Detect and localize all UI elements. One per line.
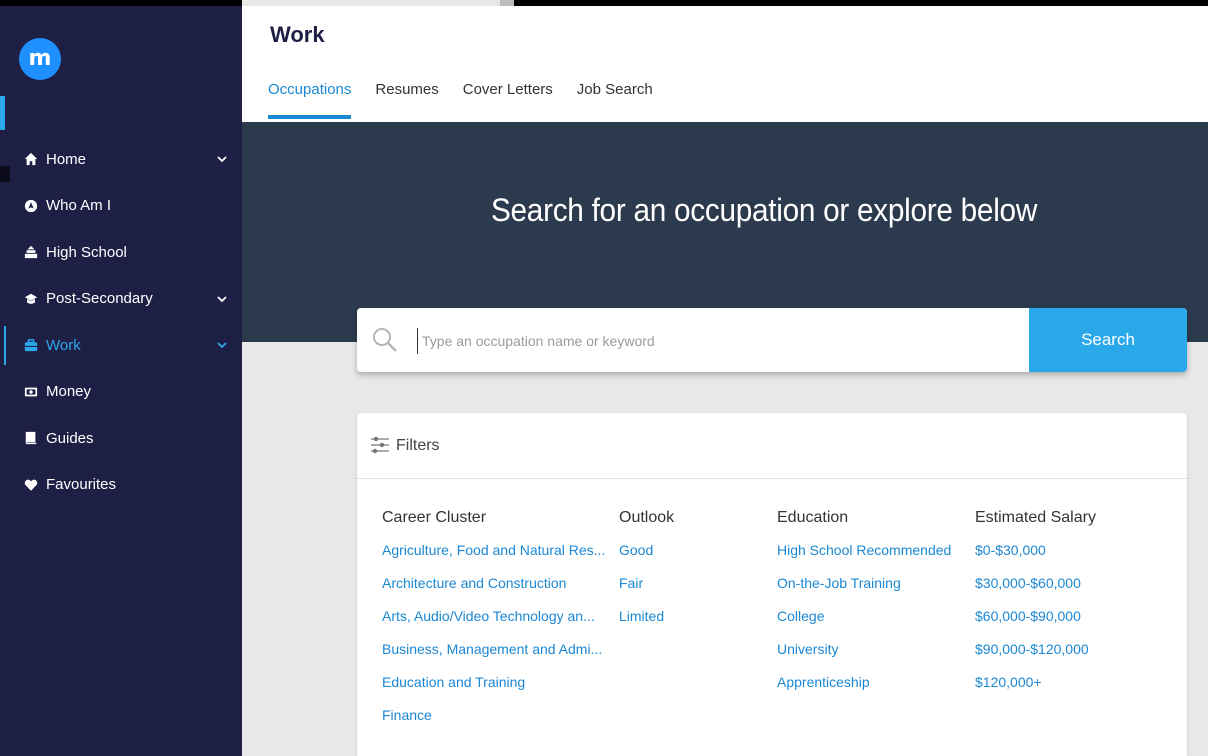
page-header: Work Occupations Resumes Cover Letters J… <box>242 6 1208 122</box>
filter-link[interactable]: Agriculture, Food and Natural Res... <box>382 540 605 573</box>
logo-m-icon: m <box>28 46 52 71</box>
column-title: Estimated Salary <box>975 509 1096 526</box>
filter-link[interactable]: Fair <box>619 573 674 606</box>
money-icon <box>24 385 38 399</box>
filter-link[interactable]: $90,000-$120,000 <box>975 639 1096 672</box>
filter-link[interactable]: $0-$30,000 <box>975 540 1096 573</box>
column-title: Education <box>777 509 849 526</box>
sidebar-nav: Home Who Am I High School Post-Secondary <box>0 136 242 508</box>
search-bar: Search <box>357 308 1187 372</box>
sidebar-item-label: Favourites <box>46 476 117 494</box>
filter-link[interactable]: $120,000+ <box>975 672 1096 705</box>
school-icon <box>24 245 38 259</box>
salary-column: Estimated Salary $0-$30,000 $30,000-$60,… <box>975 509 1096 705</box>
edge-accent <box>0 96 5 130</box>
tab-resumes[interactable]: Resumes <box>375 79 438 100</box>
education-column: Education High School Recommended On-the… <box>777 509 951 705</box>
sidebar-item-label: Money <box>46 383 92 401</box>
chevron-down-icon[interactable] <box>216 293 228 305</box>
sidebar-item-label: Post-Secondary <box>46 290 153 308</box>
search-icon <box>373 328 397 352</box>
filter-link[interactable]: Business, Management and Admi... <box>382 639 605 672</box>
sidebar-item-high-school[interactable]: High School <box>0 229 242 276</box>
filters-header[interactable]: Filters <box>357 413 1187 479</box>
filter-link[interactable]: Limited <box>619 606 674 639</box>
heart-icon <box>24 478 38 492</box>
briefcase-icon <box>24 338 38 352</box>
sidebar-item-favourites[interactable]: Favourites <box>0 462 242 509</box>
filter-link[interactable]: Arts, Audio/Video Technology an... <box>382 606 605 639</box>
filters-label: Filters <box>396 437 440 454</box>
filter-link[interactable]: Good <box>619 540 674 573</box>
sidebar-item-post-secondary[interactable]: Post-Secondary <box>0 276 242 323</box>
sidebar-item-label: Work <box>46 336 81 354</box>
sidebar-item-label: Home <box>46 150 87 168</box>
outlook-column: Outlook Good Fair Limited <box>619 509 674 639</box>
sidebar-item-home[interactable]: Home <box>0 136 242 183</box>
filter-link[interactable]: $30,000-$60,000 <box>975 573 1096 606</box>
filter-link[interactable]: High School Recommended <box>777 540 951 573</box>
filter-link[interactable]: Finance <box>382 705 605 738</box>
career-cluster-column: Career Cluster Agriculture, Food and Nat… <box>382 509 605 738</box>
tab-job-search[interactable]: Job Search <box>577 79 653 100</box>
graduation-cap-icon <box>24 292 38 306</box>
page-title: Work <box>270 22 325 47</box>
home-icon <box>24 152 38 166</box>
tab-bar: Occupations Resumes Cover Letters Job Se… <box>268 79 677 119</box>
column-title: Career Cluster <box>382 509 487 526</box>
sidebar-item-money[interactable]: Money <box>0 369 242 416</box>
book-icon <box>24 431 38 445</box>
filter-link[interactable]: Architecture and Construction <box>382 573 605 606</box>
filter-link[interactable]: Apprenticeship <box>777 672 951 705</box>
tab-occupations[interactable]: Occupations <box>268 79 352 119</box>
filter-link[interactable]: $60,000-$90,000 <box>975 606 1096 639</box>
sidebar: m Home Who Am I High School Post-Seconda… <box>0 6 242 756</box>
filter-link[interactable]: University <box>777 639 951 672</box>
compass-icon <box>24 199 38 213</box>
filter-link[interactable]: Education and Training <box>382 672 605 705</box>
sidebar-item-who-am-i[interactable]: Who Am I <box>0 183 242 230</box>
hero-title: Search for an occupation or explore belo… <box>490 192 1038 228</box>
chevron-down-icon[interactable] <box>216 153 228 165</box>
chevron-down-icon[interactable] <box>216 339 228 351</box>
sidebar-item-label: Guides <box>46 429 94 447</box>
column-title: Outlook <box>619 509 675 526</box>
filter-link[interactable]: On-the-Job Training <box>777 573 951 606</box>
sidebar-item-label: Who Am I <box>46 197 112 215</box>
filters-panel: Filters Career Cluster Agriculture, Food… <box>357 413 1187 756</box>
tab-cover-letters[interactable]: Cover Letters <box>463 79 553 100</box>
filter-link[interactable]: College <box>777 606 951 639</box>
sidebar-item-guides[interactable]: Guides <box>0 415 242 462</box>
sidebar-item-work[interactable]: Work <box>0 322 242 369</box>
sidebar-item-label: High School <box>46 243 127 261</box>
app-logo[interactable]: m <box>19 38 61 80</box>
sliders-icon <box>371 436 389 454</box>
search-button[interactable]: Search <box>1029 308 1187 372</box>
search-input[interactable] <box>417 328 1024 354</box>
